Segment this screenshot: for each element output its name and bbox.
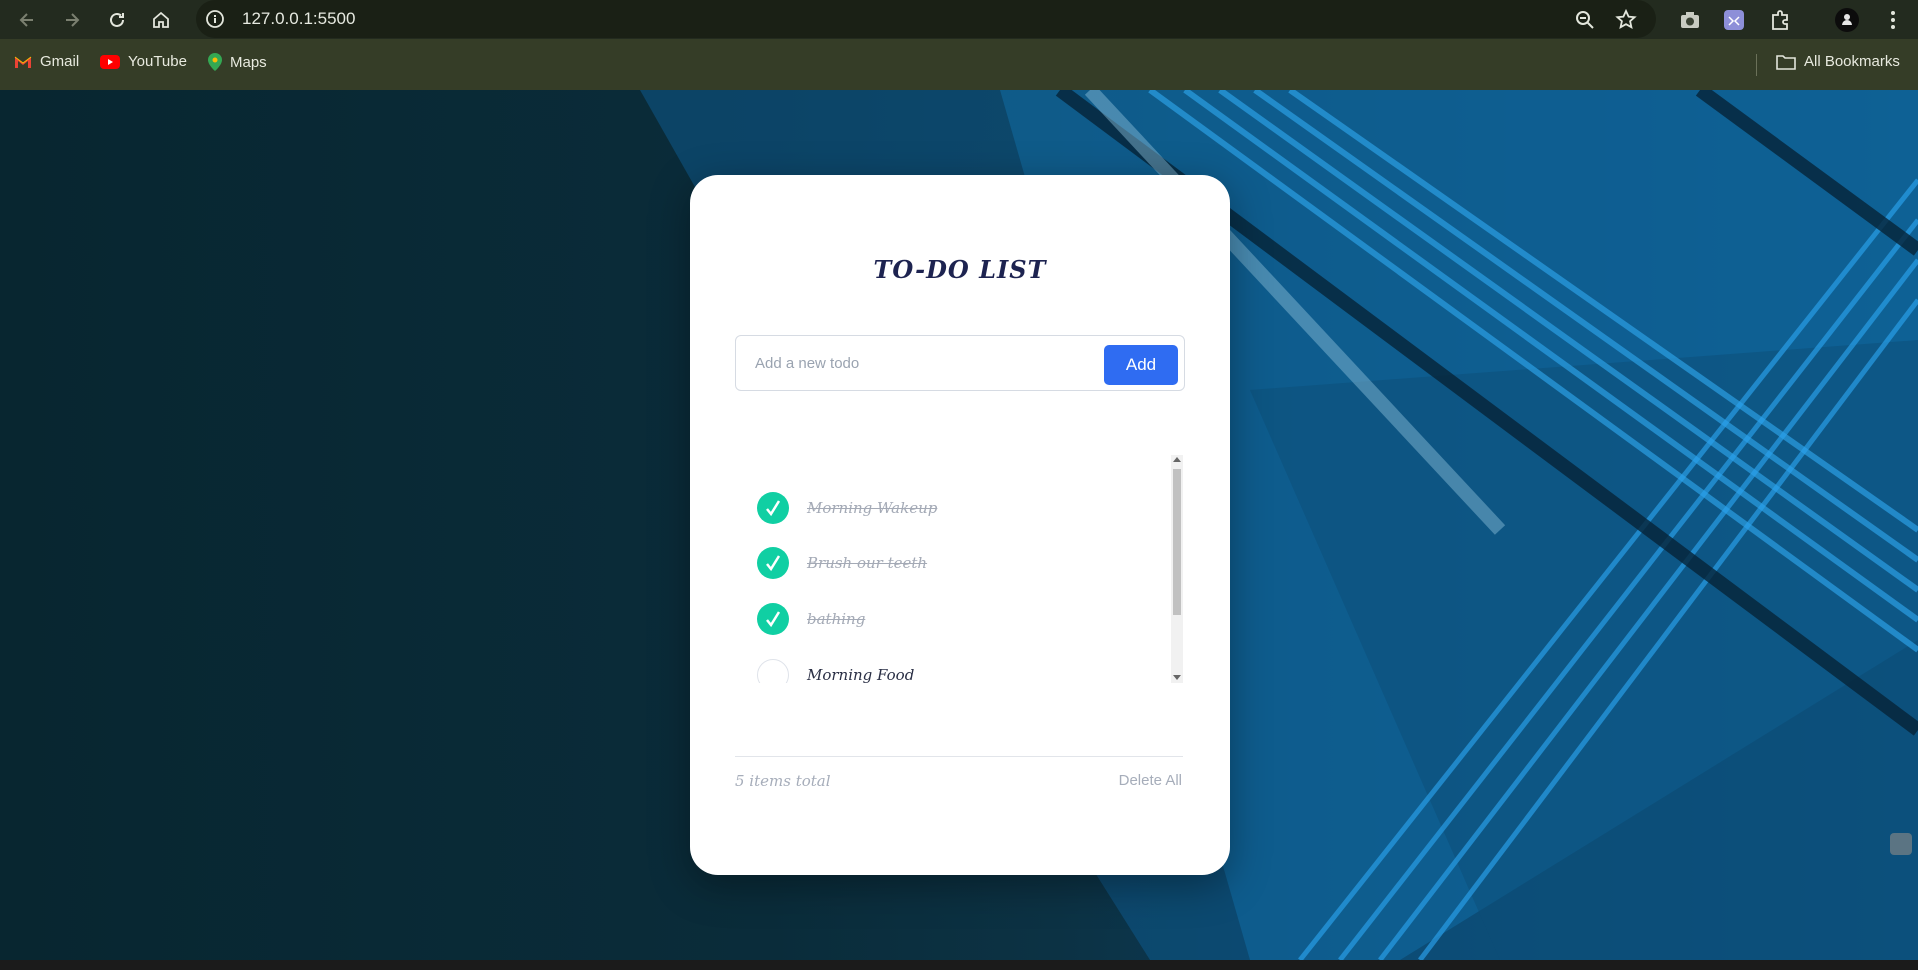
- youtube-icon: [100, 54, 120, 69]
- todo-input[interactable]: [736, 336, 1096, 390]
- address-bar[interactable]: 127.0.0.1:5500: [196, 0, 1656, 38]
- todo-text: bathing: [807, 610, 866, 628]
- todo-text: Morning Food: [807, 666, 915, 683]
- todo-text: Brush our teeth: [807, 554, 928, 572]
- bookmark-label: Gmail: [40, 53, 80, 70]
- page-title: TO-DO LIST: [873, 255, 1047, 284]
- bookmark-label: Maps: [230, 53, 267, 71]
- floating-extension-icon[interactable]: [1890, 833, 1912, 855]
- todo-item[interactable]: Morning Wakeup: [757, 491, 937, 525]
- arrow-left-icon: [19, 13, 33, 27]
- maps-icon: [208, 53, 222, 71]
- bookmarks-bar: Gmail YouTube Maps All Bookmarks: [0, 39, 1918, 90]
- delete-all-button[interactable]: Delete All: [1119, 772, 1182, 789]
- menu-kebab-icon[interactable]: [1880, 7, 1906, 33]
- site-info-icon[interactable]: [205, 9, 225, 29]
- todo-input-group: Add: [735, 335, 1185, 391]
- arrow-right-icon: [66, 13, 80, 27]
- extension-app-icon[interactable]: [1721, 7, 1747, 33]
- add-button[interactable]: Add: [1104, 345, 1178, 385]
- checkmark-icon: [766, 611, 781, 628]
- bookmarks-separator: [1756, 54, 1757, 76]
- todo-checkbox[interactable]: [757, 603, 789, 635]
- todo-checkbox[interactable]: [757, 547, 789, 579]
- checkmark-icon: [766, 500, 781, 517]
- forward-button[interactable]: [58, 6, 86, 34]
- folder-icon: [1776, 54, 1796, 70]
- os-taskbar: [0, 960, 1918, 970]
- todo-list: Morning Wakeup Brush our teeth bathing M…: [735, 455, 1183, 683]
- browser-toolbar: 127.0.0.1:5500: [0, 0, 1918, 39]
- bookmark-label: YouTube: [128, 53, 187, 70]
- all-bookmarks-label: All Bookmarks: [1804, 53, 1900, 70]
- gmail-icon: [14, 56, 32, 68]
- url-text: 127.0.0.1:5500: [242, 9, 356, 28]
- reload-icon: [110, 12, 124, 27]
- bookmark-gmail[interactable]: Gmail: [14, 53, 79, 70]
- todo-item[interactable]: bathing: [757, 602, 865, 636]
- items-count: 5 items total: [735, 772, 831, 790]
- todo-text: Morning Wakeup: [807, 499, 938, 517]
- bookmark-youtube[interactable]: YouTube: [100, 53, 187, 70]
- reload-button[interactable]: [103, 6, 131, 34]
- profile-avatar-icon[interactable]: [1834, 7, 1860, 33]
- extensions-puzzle-icon[interactable]: [1767, 7, 1793, 33]
- scroll-down-arrow-icon[interactable]: [1173, 675, 1181, 680]
- scroll-thumb[interactable]: [1173, 469, 1181, 615]
- camera-extension-icon[interactable]: [1677, 7, 1703, 33]
- back-button[interactable]: [13, 6, 41, 34]
- todo-item[interactable]: Morning Food: [757, 658, 914, 683]
- home-icon: [153, 11, 169, 28]
- footer-divider: [735, 756, 1183, 757]
- checkmark-icon: [766, 555, 781, 572]
- all-bookmarks-button[interactable]: All Bookmarks: [1776, 53, 1900, 70]
- todo-checkbox[interactable]: [757, 659, 789, 683]
- todo-list-scrollbar[interactable]: [1171, 455, 1183, 683]
- todo-card: TO-DO LIST Add Morning Wakeup Brush our …: [690, 175, 1230, 875]
- home-button[interactable]: [147, 6, 175, 34]
- todo-checkbox[interactable]: [757, 492, 789, 524]
- bookmark-maps[interactable]: Maps: [208, 53, 267, 71]
- zoom-icon[interactable]: [1573, 8, 1597, 32]
- todo-item[interactable]: Brush our teeth: [757, 546, 927, 580]
- scroll-up-arrow-icon[interactable]: [1173, 457, 1181, 462]
- bookmark-star-icon[interactable]: [1614, 8, 1638, 32]
